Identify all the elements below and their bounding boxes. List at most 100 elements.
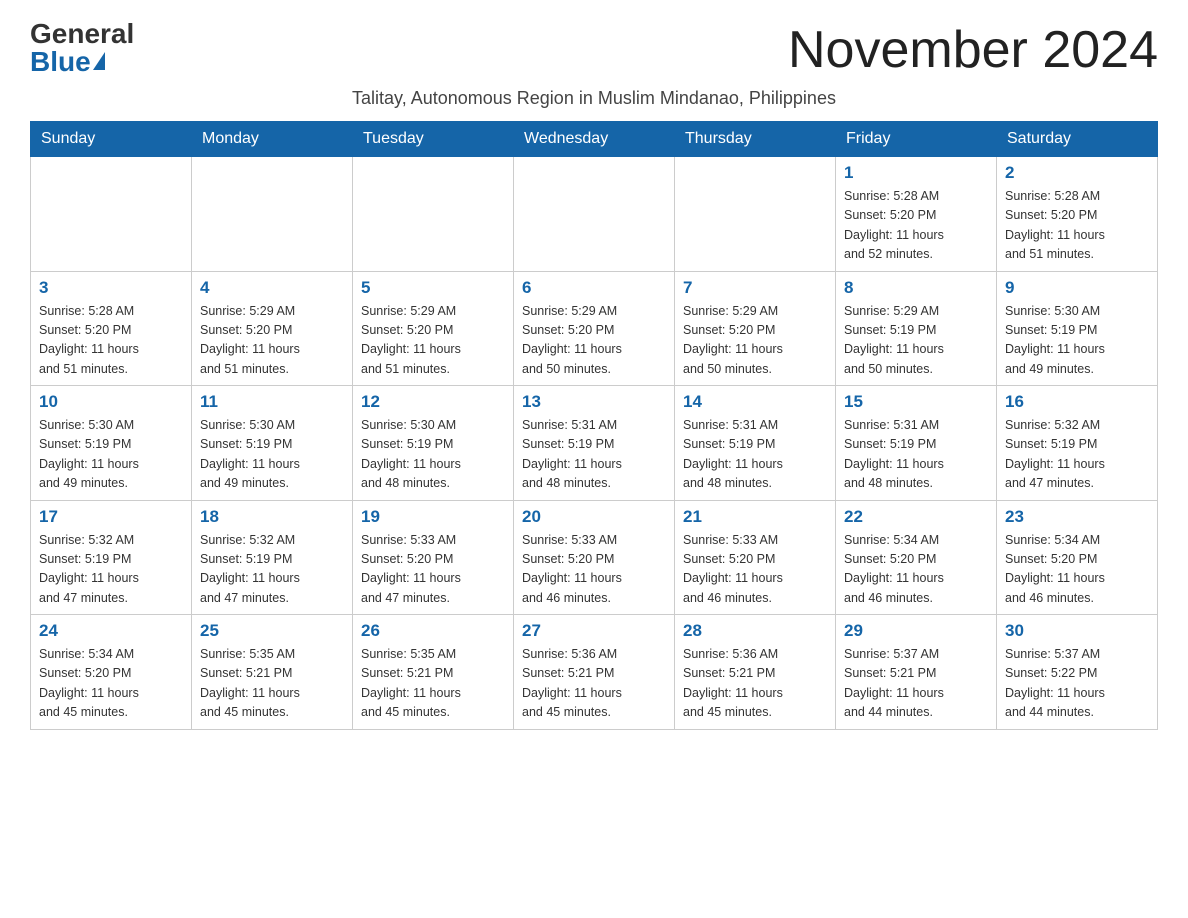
calendar-cell: 26 Sunrise: 5:35 AMSunset: 5:21 PMDayligh… (353, 615, 514, 730)
calendar-week-row: 10Sunrise: 5:30 AMSunset: 5:19 PMDayligh… (31, 386, 1158, 501)
day-number: 27 (522, 621, 666, 641)
day-number: 7 (683, 278, 827, 298)
calendar-header-sunday: Sunday (31, 122, 192, 157)
calendar-cell: 12 Sunrise: 5:30 AMSunset: 5:19 PMDayligh… (353, 386, 514, 501)
calendar-cell: 21 Sunrise: 5:33 AMSunset: 5:20 PMDayligh… (675, 500, 836, 615)
calendar-cell: 7 Sunrise: 5:29 AMSunset: 5:20 PMDaylight… (675, 271, 836, 386)
day-number: 12 (361, 392, 505, 412)
day-number: 1 (844, 163, 988, 183)
calendar-header-row: SundayMondayTuesdayWednesdayThursdayFrid… (31, 122, 1158, 157)
day-info: Sunrise: 5:29 AMSunset: 5:20 PMDaylight:… (200, 302, 344, 380)
calendar-week-row: 17 Sunrise: 5:32 AMSunset: 5:19 PMDayligh… (31, 500, 1158, 615)
day-info: Sunrise: 5:35 AMSunset: 5:21 PMDaylight:… (361, 645, 505, 723)
day-info: Sunrise: 5:36 AMSunset: 5:21 PMDaylight:… (522, 645, 666, 723)
calendar-cell: 18 Sunrise: 5:32 AMSunset: 5:19 PMDayligh… (192, 500, 353, 615)
day-number: 17 (39, 507, 183, 527)
calendar-cell: 23Sunrise: 5:34 AMSunset: 5:20 PMDayligh… (997, 500, 1158, 615)
day-number: 21 (683, 507, 827, 527)
day-info: Sunrise: 5:29 AMSunset: 5:19 PMDaylight:… (844, 302, 988, 380)
day-number: 5 (361, 278, 505, 298)
calendar-cell: 27 Sunrise: 5:36 AMSunset: 5:21 PMDayligh… (514, 615, 675, 730)
calendar-cell: 11Sunrise: 5:30 AMSunset: 5:19 PMDayligh… (192, 386, 353, 501)
calendar-cell (675, 157, 836, 272)
day-info: Sunrise: 5:29 AMSunset: 5:20 PMDaylight:… (683, 302, 827, 380)
calendar-cell: 13 Sunrise: 5:31 AMSunset: 5:19 PMDayligh… (514, 386, 675, 501)
day-info: Sunrise: 5:31 AMSunset: 5:19 PMDaylight:… (844, 416, 988, 494)
day-info: Sunrise: 5:30 AMSunset: 5:19 PMDaylight:… (39, 416, 183, 494)
day-info: Sunrise: 5:29 AMSunset: 5:20 PMDaylight:… (522, 302, 666, 380)
day-number: 4 (200, 278, 344, 298)
day-number: 11 (200, 392, 344, 412)
day-info: Sunrise: 5:32 AMSunset: 5:19 PMDaylight:… (1005, 416, 1149, 494)
day-info: Sunrise: 5:34 AMSunset: 5:20 PMDaylight:… (39, 645, 183, 723)
day-number: 22 (844, 507, 988, 527)
day-number: 26 (361, 621, 505, 641)
calendar-cell: 15 Sunrise: 5:31 AMSunset: 5:19 PMDayligh… (836, 386, 997, 501)
day-number: 2 (1005, 163, 1149, 183)
calendar-header-monday: Monday (192, 122, 353, 157)
day-info: Sunrise: 5:37 AMSunset: 5:22 PMDaylight:… (1005, 645, 1149, 723)
day-number: 8 (844, 278, 988, 298)
calendar-week-row: 1 Sunrise: 5:28 AMSunset: 5:20 PMDaylight… (31, 157, 1158, 272)
day-number: 3 (39, 278, 183, 298)
calendar-cell: 20 Sunrise: 5:33 AMSunset: 5:20 PMDayligh… (514, 500, 675, 615)
calendar-header-saturday: Saturday (997, 122, 1158, 157)
calendar-cell: 1 Sunrise: 5:28 AMSunset: 5:20 PMDaylight… (836, 157, 997, 272)
day-number: 9 (1005, 278, 1149, 298)
calendar-header-thursday: Thursday (675, 122, 836, 157)
day-info: Sunrise: 5:31 AMSunset: 5:19 PMDaylight:… (683, 416, 827, 494)
calendar-cell: 3 Sunrise: 5:28 AMSunset: 5:20 PMDaylight… (31, 271, 192, 386)
day-number: 19 (361, 507, 505, 527)
calendar-cell: 25 Sunrise: 5:35 AMSunset: 5:21 PMDayligh… (192, 615, 353, 730)
day-number: 6 (522, 278, 666, 298)
calendar-cell: 17 Sunrise: 5:32 AMSunset: 5:19 PMDayligh… (31, 500, 192, 615)
day-info: Sunrise: 5:30 AMSunset: 5:19 PMDaylight:… (361, 416, 505, 494)
day-number: 14 (683, 392, 827, 412)
day-info: Sunrise: 5:32 AMSunset: 5:19 PMDaylight:… (200, 531, 344, 609)
calendar-table: SundayMondayTuesdayWednesdayThursdayFrid… (30, 121, 1158, 730)
calendar-cell: 5 Sunrise: 5:29 AMSunset: 5:20 PMDaylight… (353, 271, 514, 386)
day-info: Sunrise: 5:30 AMSunset: 5:19 PMDaylight:… (1005, 302, 1149, 380)
day-number: 20 (522, 507, 666, 527)
calendar-cell: 4 Sunrise: 5:29 AMSunset: 5:20 PMDaylight… (192, 271, 353, 386)
calendar-cell (514, 157, 675, 272)
month-title: November 2024 (788, 20, 1158, 80)
day-info: Sunrise: 5:36 AMSunset: 5:21 PMDaylight:… (683, 645, 827, 723)
calendar-cell: 10Sunrise: 5:30 AMSunset: 5:19 PMDayligh… (31, 386, 192, 501)
day-info: Sunrise: 5:28 AMSunset: 5:20 PMDaylight:… (844, 187, 988, 265)
day-info: Sunrise: 5:34 AMSunset: 5:20 PMDaylight:… (1005, 531, 1149, 609)
logo-general-text: General (30, 20, 134, 48)
day-info: Sunrise: 5:33 AMSunset: 5:20 PMDaylight:… (522, 531, 666, 609)
day-number: 16 (1005, 392, 1149, 412)
calendar-cell: 30 Sunrise: 5:37 AMSunset: 5:22 PMDayligh… (997, 615, 1158, 730)
calendar-week-row: 3 Sunrise: 5:28 AMSunset: 5:20 PMDaylight… (31, 271, 1158, 386)
day-number: 15 (844, 392, 988, 412)
day-number: 24 (39, 621, 183, 641)
calendar-cell (353, 157, 514, 272)
logo-blue-text: Blue (30, 48, 105, 76)
calendar-header-wednesday: Wednesday (514, 122, 675, 157)
day-number: 18 (200, 507, 344, 527)
calendar-cell: 8 Sunrise: 5:29 AMSunset: 5:19 PMDaylight… (836, 271, 997, 386)
day-number: 30 (1005, 621, 1149, 641)
day-info: Sunrise: 5:28 AMSunset: 5:20 PMDaylight:… (39, 302, 183, 380)
day-info: Sunrise: 5:35 AMSunset: 5:21 PMDaylight:… (200, 645, 344, 723)
calendar-cell (192, 157, 353, 272)
day-info: Sunrise: 5:29 AMSunset: 5:20 PMDaylight:… (361, 302, 505, 380)
calendar-cell: 16 Sunrise: 5:32 AMSunset: 5:19 PMDayligh… (997, 386, 1158, 501)
calendar-cell: 14 Sunrise: 5:31 AMSunset: 5:19 PMDayligh… (675, 386, 836, 501)
day-info: Sunrise: 5:33 AMSunset: 5:20 PMDaylight:… (683, 531, 827, 609)
calendar-cell: 19Sunrise: 5:33 AMSunset: 5:20 PMDayligh… (353, 500, 514, 615)
calendar-cell: 24 Sunrise: 5:34 AMSunset: 5:20 PMDayligh… (31, 615, 192, 730)
calendar-cell: 2 Sunrise: 5:28 AMSunset: 5:20 PMDaylight… (997, 157, 1158, 272)
day-info: Sunrise: 5:37 AMSunset: 5:21 PMDaylight:… (844, 645, 988, 723)
day-info: Sunrise: 5:34 AMSunset: 5:20 PMDaylight:… (844, 531, 988, 609)
subtitle: Talitay, Autonomous Region in Muslim Min… (30, 88, 1158, 109)
day-info: Sunrise: 5:31 AMSunset: 5:19 PMDaylight:… (522, 416, 666, 494)
day-number: 28 (683, 621, 827, 641)
logo: General Blue (30, 20, 134, 76)
day-info: Sunrise: 5:32 AMSunset: 5:19 PMDaylight:… (39, 531, 183, 609)
day-number: 25 (200, 621, 344, 641)
day-number: 13 (522, 392, 666, 412)
day-info: Sunrise: 5:28 AMSunset: 5:20 PMDaylight:… (1005, 187, 1149, 265)
